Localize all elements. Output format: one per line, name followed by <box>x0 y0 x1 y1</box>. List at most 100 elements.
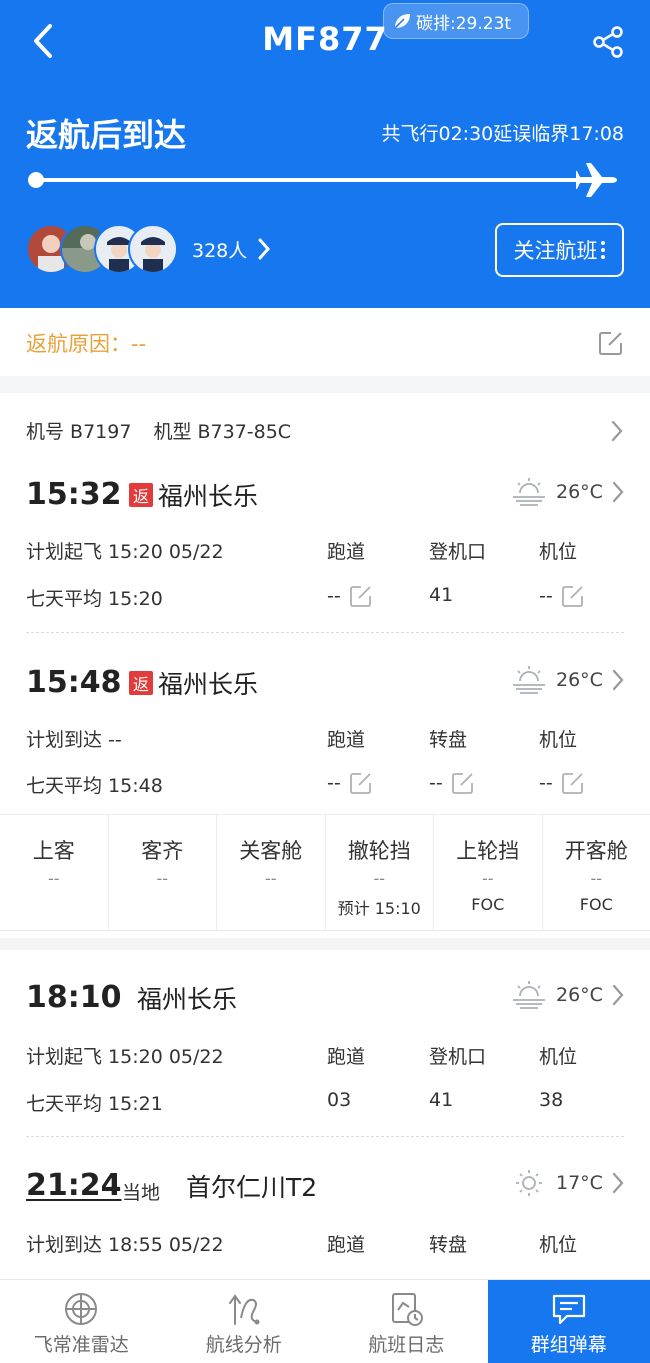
airplane-icon <box>576 163 617 197</box>
edit-icon[interactable] <box>349 771 373 795</box>
flight-segment-card: 18:10 福州长乐 26°C 计划起飞 15:20 05/22 跑道 登机口 … <box>0 950 650 1280</box>
divider <box>26 1136 624 1137</box>
carousel-label: 转盘 <box>429 729 468 751</box>
ground-step-value: -- <box>373 869 386 888</box>
carousel-value-text: -- <box>429 772 443 794</box>
departure-time: 15:32 <box>26 477 122 512</box>
route-icon <box>228 1294 260 1325</box>
ground-step-sub: 预计 15:10 <box>337 899 421 918</box>
runway-label: 跑道 <box>327 1046 366 1068</box>
arrival-time[interactable]: 21:24 <box>26 1168 122 1203</box>
hazy-sun-icon <box>513 666 545 694</box>
aircraft-info[interactable]: 机号 B7197 机型 B737-85C <box>26 417 291 444</box>
departure-time: 18:10 <box>26 980 122 1015</box>
gate-value: 41 <box>429 1089 454 1111</box>
nav-radar[interactable]: 飞常准雷达 <box>0 1280 163 1363</box>
chevron-right-icon <box>612 481 624 503</box>
ground-step-value: -- <box>590 869 603 888</box>
leaf-icon <box>394 14 410 29</box>
chevron-right-icon[interactable] <box>610 419 624 443</box>
ground-step-value: -- <box>481 869 494 888</box>
edit-icon[interactable] <box>451 771 475 795</box>
follow-flight-label: 关注航班 <box>513 239 598 263</box>
flight-number: MF877 <box>262 20 388 58</box>
weather-info[interactable]: 26°C <box>510 980 625 1010</box>
seven-day-average: 七天平均 15:20 <box>26 588 163 610</box>
ground-step-close-cabin: 关客舱 -- <box>217 815 326 930</box>
arrival-segment: 21:24 当地 首尔仁川T2 17°C 计划到达 18:55 05/22 跑道… <box>0 1166 650 1276</box>
gate-label: 登机口 <box>429 541 487 563</box>
ground-step-value: -- <box>156 869 169 888</box>
temperature: 17°C <box>556 1172 603 1194</box>
flight-meta: 共飞行02:30延误临界17:08 <box>381 123 624 145</box>
weather-info[interactable]: 26°C <box>510 665 625 695</box>
stand-label: 机位 <box>539 1046 578 1068</box>
ground-step-chocks-on: 上轮挡 -- FOC <box>434 815 543 930</box>
ground-step-chocks-off: 撤轮挡 -- 预计 15:10 <box>326 815 434 930</box>
carbon-value: 碳排:29.23t <box>416 13 512 34</box>
nav-flight-log[interactable]: 航班日志 <box>325 1280 488 1363</box>
aircraft-type: 机型 B737-85C <box>153 421 292 443</box>
bottom-nav: 飞常准雷达 航线分析 航班日志 群组弹幕 <box>0 1279 650 1363</box>
follow-flight-button[interactable]: 关注航班 <box>495 223 624 277</box>
weather-info[interactable]: 26°C <box>510 477 625 507</box>
chevron-right-icon <box>612 984 624 1006</box>
runway-label: 跑道 <box>327 541 366 563</box>
return-reason-row: 返航原因：-- <box>0 308 650 376</box>
stand-value: 38 <box>539 1089 564 1111</box>
ground-step-boarding-complete: 客齐 -- <box>109 815 217 930</box>
ground-step-title: 开客舱 <box>564 839 628 863</box>
nav-label: 群组弹幕 <box>530 1334 607 1356</box>
hazy-sun-icon <box>513 981 545 1009</box>
edit-icon[interactable] <box>561 771 585 795</box>
temperature: 26°C <box>556 669 603 691</box>
arrival-airport[interactable]: 首尔仁川T2 <box>186 1168 317 1204</box>
ground-step-title: 上客 <box>32 839 75 863</box>
departure-segment: 18:10 福州长乐 26°C 计划起飞 15:20 05/22 跑道 登机口 … <box>0 978 650 1138</box>
nav-label: 飞常准雷达 <box>33 1334 129 1356</box>
ground-step-title: 撤轮挡 <box>347 839 411 863</box>
runway-value-text: -- <box>327 772 341 794</box>
departure-airport[interactable]: 福州长乐 <box>158 477 258 513</box>
nav-route-analysis[interactable]: 航线分析 <box>163 1280 326 1363</box>
runway-label: 跑道 <box>327 729 366 751</box>
progress-track <box>36 178 584 182</box>
stand-label: 机位 <box>539 1234 578 1256</box>
sun-icon <box>516 1170 542 1196</box>
scheduled-departure: 计划起飞 15:20 05/22 <box>26 1046 224 1068</box>
carousel-value: -- <box>429 771 475 795</box>
share-icon[interactable] <box>590 24 626 60</box>
avatar-pilot <box>128 224 178 274</box>
weather-info[interactable]: 17°C <box>510 1168 625 1198</box>
runway-value-text: -- <box>327 585 341 607</box>
flight-progress-bar <box>28 160 624 200</box>
nav-group-danmaku[interactable]: 群组弹幕 <box>487 1280 650 1363</box>
runway-value: -- <box>327 584 373 608</box>
followers-count: 328人 <box>192 236 271 263</box>
ground-step-value: -- <box>47 869 60 888</box>
chevron-right-icon <box>258 238 271 260</box>
edit-icon[interactable] <box>349 584 373 608</box>
edit-icon[interactable] <box>598 330 624 356</box>
arrival-time: 15:48 <box>26 665 122 700</box>
runway-label: 跑道 <box>327 1234 366 1256</box>
return-reason-label: 返航原因：-- <box>26 332 147 356</box>
arrival-airport[interactable]: 福州长乐 <box>158 665 258 701</box>
ground-step-title: 关客舱 <box>239 839 303 863</box>
edit-icon[interactable] <box>561 584 585 608</box>
ground-step-sub: FOC <box>471 895 505 914</box>
chevron-right-icon <box>612 669 624 691</box>
stand-value-text: -- <box>539 585 553 607</box>
followers-group[interactable]: 328人 <box>26 224 271 274</box>
gate-value: 41 <box>429 584 454 606</box>
stand-value: -- <box>539 771 585 795</box>
chevron-right-icon <box>612 1172 624 1194</box>
origin-dot <box>28 172 44 188</box>
carbon-badge[interactable]: 碳排:29.23t <box>383 3 529 39</box>
return-tag: 返 <box>129 671 153 695</box>
more-vertical-icon <box>600 241 605 259</box>
log-icon <box>392 1293 424 1326</box>
radar-icon <box>65 1293 98 1325</box>
seven-day-average: 七天平均 15:48 <box>26 775 163 797</box>
departure-airport[interactable]: 福州长乐 <box>137 980 237 1016</box>
